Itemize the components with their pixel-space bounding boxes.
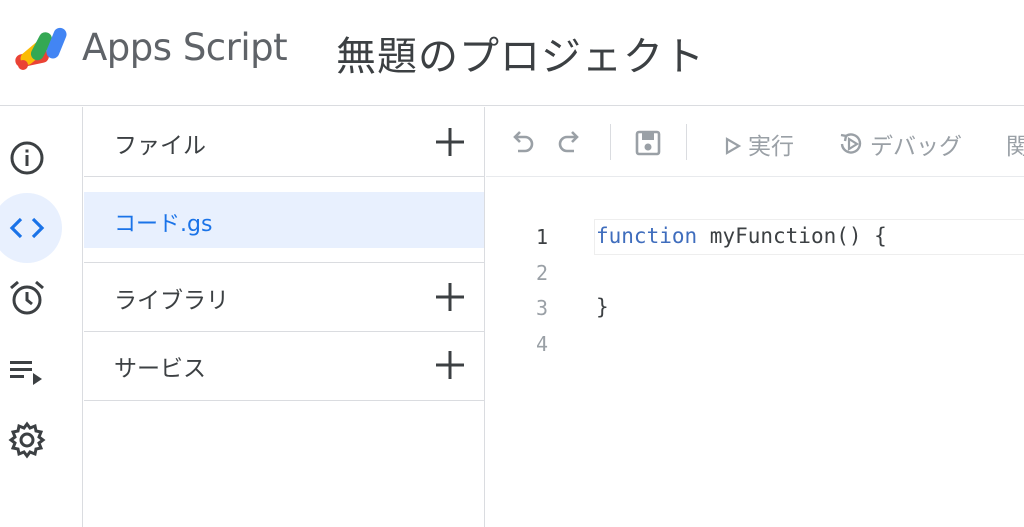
code-line-3[interactable]: } xyxy=(596,295,609,319)
keyword-function: function xyxy=(596,224,698,248)
run-button[interactable]: 実行 xyxy=(724,127,794,161)
editor-area: 実行 デバッグ 関 1 2 3 4 function myFunction() … xyxy=(486,107,1024,527)
line-number: 2 xyxy=(535,261,548,285)
redo-icon[interactable] xyxy=(556,129,584,155)
playlist-icon xyxy=(10,361,42,385)
nav-triggers[interactable] xyxy=(0,263,62,333)
debug-icon xyxy=(840,133,862,154)
nav-editor[interactable] xyxy=(0,193,62,263)
project-title[interactable]: 無題のプロジェクト xyxy=(336,24,705,82)
save-icon[interactable] xyxy=(634,129,662,157)
undo-icon[interactable] xyxy=(508,129,536,155)
alarm-icon xyxy=(10,280,44,315)
libraries-section-header[interactable]: ライブラリ xyxy=(84,263,484,331)
apps-script-logo-icon[interactable] xyxy=(12,22,74,74)
play-icon xyxy=(725,137,742,155)
info-icon xyxy=(10,141,44,175)
files-divider xyxy=(84,176,484,177)
function-select-label: 関 xyxy=(1006,134,1024,160)
files-section-header: ファイル xyxy=(84,107,484,175)
toolbar-separator xyxy=(686,124,687,160)
line-number: 1 xyxy=(535,225,548,249)
app-name[interactable]: Apps Script xyxy=(82,26,288,69)
nav-overview[interactable] xyxy=(0,123,62,193)
add-file-icon[interactable] xyxy=(434,126,466,158)
add-service-icon[interactable] xyxy=(434,349,466,381)
debug-label: デバッグ xyxy=(870,134,962,160)
add-library-icon[interactable] xyxy=(434,281,466,313)
toolbar-separator xyxy=(610,124,611,160)
debug-button[interactable]: デバッグ xyxy=(838,127,962,161)
line-number: 3 xyxy=(535,296,548,320)
editor-toolbar: 実行 デバッグ 関 xyxy=(486,107,1024,177)
function-select[interactable]: 関 xyxy=(1006,127,1024,161)
code-editor[interactable]: 1 2 3 4 function myFunction() { } xyxy=(486,177,1024,527)
code-line-1-rest: myFunction() { xyxy=(697,224,887,248)
left-nav-rail xyxy=(0,107,83,527)
files-panel: ファイル コード.gs ライブラリ サービス xyxy=(84,107,485,527)
services-divider-bottom xyxy=(84,400,484,401)
gear-icon xyxy=(8,421,46,459)
files-label: ファイル xyxy=(114,133,206,159)
libraries-label: ライブラリ xyxy=(114,288,229,314)
run-label: 実行 xyxy=(748,134,794,160)
services-section-header[interactable]: サービス xyxy=(84,332,484,400)
nav-executions[interactable] xyxy=(0,337,62,407)
nav-settings[interactable] xyxy=(0,405,62,475)
line-number: 4 xyxy=(535,332,548,356)
services-label: サービス xyxy=(114,356,206,382)
file-name: コード.gs xyxy=(114,212,213,237)
file-item-code-gs[interactable]: コード.gs xyxy=(84,192,484,248)
code-icon xyxy=(9,217,45,239)
top-bar: Apps Script 無題のプロジェクト xyxy=(0,0,1024,106)
code-line-1[interactable]: function myFunction() { xyxy=(596,224,887,248)
